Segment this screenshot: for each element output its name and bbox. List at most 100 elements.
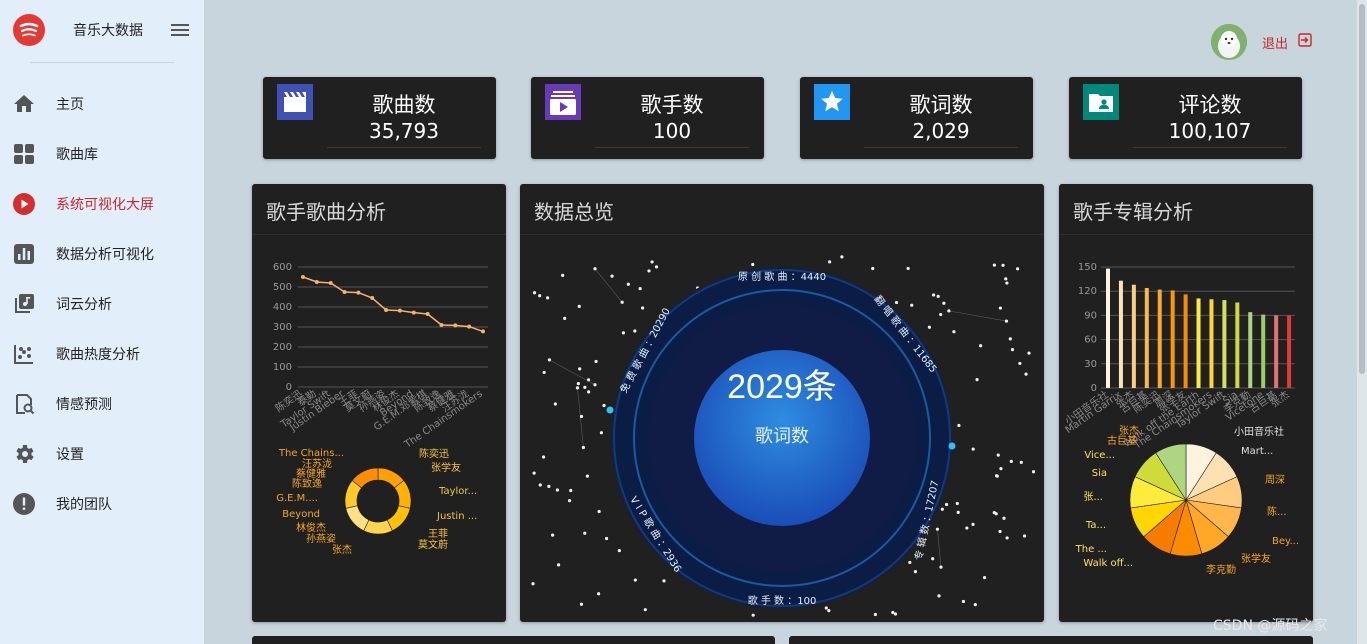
brand: 音乐大数据 (0, 0, 204, 62)
constellation-dot (593, 267, 597, 271)
search-doc-icon (16, 394, 35, 415)
data-point (301, 275, 305, 279)
pie-label: 张学友 (1241, 552, 1271, 565)
bottom-panel-right (789, 636, 1313, 644)
pie-label: Ta... (1085, 520, 1106, 531)
constellation-dot (599, 431, 604, 435)
pie-label: The ... (1075, 544, 1107, 555)
stat-value: 100,107 (1168, 119, 1252, 143)
scrollbar-thumb[interactable] (1359, 4, 1365, 374)
data-point (342, 290, 347, 294)
sidebar-item-label: 歌曲库 (56, 147, 98, 163)
bar (1170, 290, 1175, 388)
stat-label: 评论数 (1178, 93, 1242, 117)
constellation-dot (581, 445, 585, 450)
pie-label: 李克勤 (1206, 563, 1236, 576)
constellation-dot (576, 382, 580, 386)
ring-marker (606, 406, 614, 414)
constellation-dot (998, 529, 1002, 534)
bar (1157, 289, 1162, 388)
constellation-dot (936, 294, 940, 298)
constellation-dot (927, 325, 932, 329)
constellation-dot (824, 606, 828, 610)
constellation-dot (547, 484, 551, 488)
constellation-dot (1002, 516, 1006, 520)
constellation-dot (982, 576, 987, 580)
data-point (481, 329, 485, 334)
constellation-dot (891, 610, 895, 615)
constellation-dot (944, 502, 949, 507)
sidebar-item-word-cloud[interactable]: 词云分析 (0, 283, 204, 323)
constellation-dot (1019, 460, 1023, 464)
bar (1118, 280, 1123, 388)
y-tick-label: 90 (1084, 310, 1097, 321)
sidebar: 音乐大数据 主页 歌曲库 系统可视化大屏 数据分析可视化 词云分析 歌曲热度分析… (0, 0, 204, 644)
data-point (370, 296, 375, 300)
pie-label: 张... (1083, 491, 1103, 503)
constellation-dot (999, 467, 1003, 471)
bar (1261, 314, 1266, 388)
constellation-dot (1008, 337, 1012, 341)
bar (1183, 294, 1188, 388)
constellation-line (594, 268, 623, 303)
constellation-line (948, 310, 1007, 322)
sidebar-item-team[interactable]: 我的团队 (0, 483, 204, 523)
pie-label: 王菲 (428, 528, 448, 540)
sidebar-item-sentiment[interactable]: 情感预测 (0, 383, 204, 423)
constellation-dot (551, 533, 555, 537)
constellation-dot (633, 578, 637, 582)
bar (1235, 302, 1240, 388)
constellation-dot (541, 455, 546, 459)
page-scrollbar[interactable] (1357, 0, 1367, 644)
sidebar-item-label: 设置 (56, 447, 84, 463)
constellation-dot (538, 294, 542, 298)
data-point (397, 308, 402, 313)
pie-label: 陈... (1267, 505, 1287, 518)
constellation-line (937, 529, 942, 568)
sidebar-item-settings[interactable]: 设置 (0, 433, 204, 473)
y-tick-label: 100 (273, 362, 292, 373)
pie-label: The Chains... (278, 448, 344, 459)
menu-icon[interactable] (171, 22, 189, 38)
data-point (314, 280, 319, 284)
constellation-dot (579, 414, 584, 419)
constellation-dot (971, 447, 975, 451)
data-point (467, 324, 472, 329)
constellation-dot (1015, 267, 1020, 271)
pie-label: 张学友 (431, 461, 461, 474)
y-tick-label: 60 (1084, 335, 1097, 346)
home-icon (14, 95, 34, 112)
constellation-dot (942, 301, 946, 305)
pie-label: Bey... (1272, 536, 1299, 547)
constellation-dot (751, 613, 755, 617)
play-circle-icon (13, 193, 35, 215)
sidebar-item-dashboard[interactable]: 系统可视化大屏 (0, 183, 204, 223)
panel-divider (252, 234, 506, 235)
bar-chart-icon (14, 244, 34, 264)
bar (1274, 315, 1279, 388)
bar (1222, 300, 1227, 388)
constellation-dot (894, 300, 899, 305)
logout-button[interactable]: 退出 (1262, 33, 1288, 52)
pie-label: 周深 (1265, 474, 1285, 486)
constellation-dot (531, 582, 535, 586)
constellation-dot (939, 565, 943, 569)
constellation-dot (532, 291, 537, 295)
grid-icon (14, 144, 34, 164)
stat-card-singers: 歌手数 100 (531, 77, 764, 159)
constellation-dot (643, 608, 647, 612)
panel-title: 数据总览 (534, 200, 614, 224)
constellation-dot (650, 260, 654, 264)
sidebar-item-song-popularity[interactable]: 歌曲热度分析 (0, 333, 204, 373)
avatar[interactable] (1211, 24, 1247, 60)
constellation-dot (563, 316, 567, 320)
logout-icon[interactable] (1298, 33, 1312, 47)
pie-label: G.E.M.... (276, 493, 318, 504)
watermark: CSDN @源码之家 (1213, 618, 1328, 634)
constellation-dot (940, 507, 944, 511)
constellation-dot (871, 266, 875, 271)
sidebar-item-home[interactable]: 主页 (0, 83, 204, 123)
sidebar-item-data-analysis[interactable]: 数据分析可视化 (0, 233, 204, 273)
constellation-dot (973, 603, 977, 607)
sidebar-item-song-library[interactable]: 歌曲库 (0, 133, 204, 173)
